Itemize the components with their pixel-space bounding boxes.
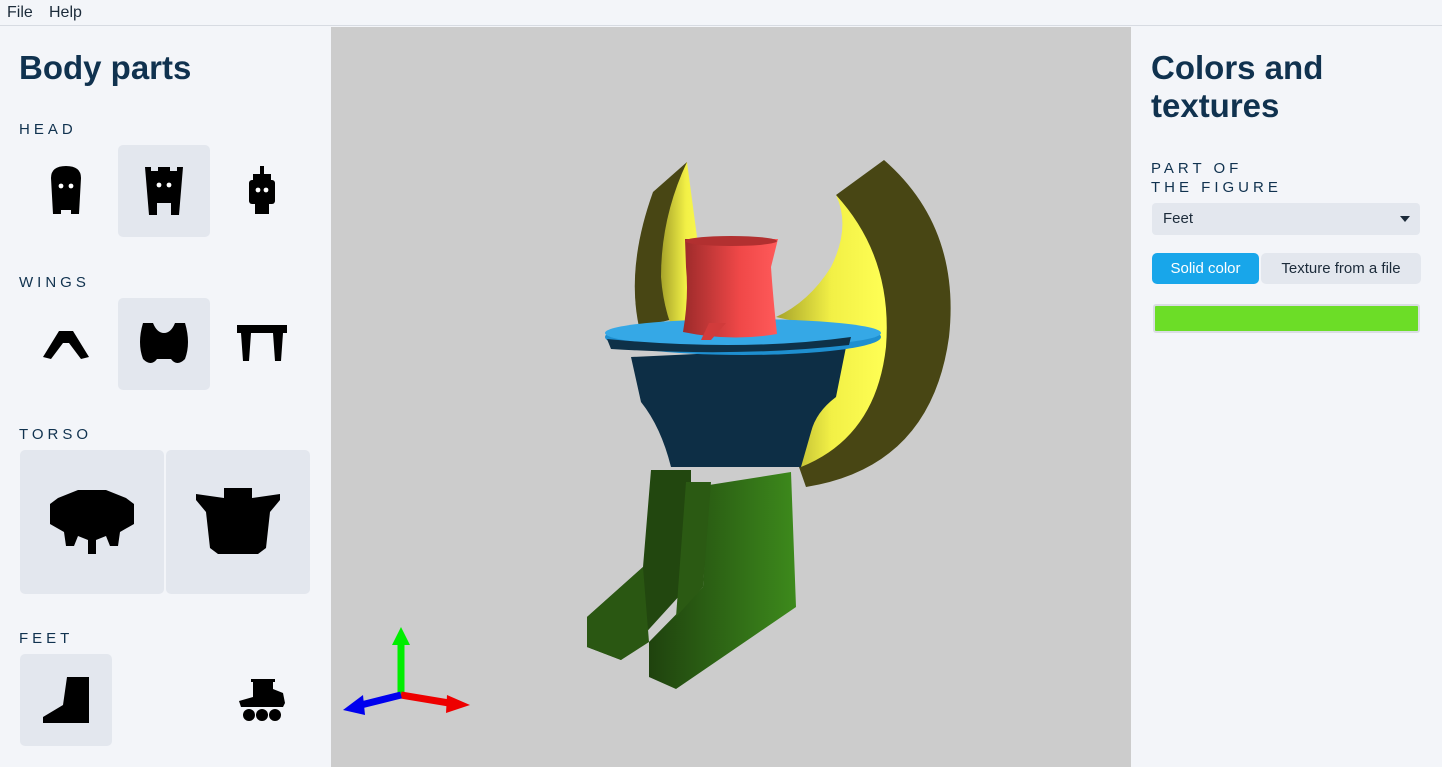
body-parts-panel: Body parts HEAD WINGS TORSO FEET	[0, 27, 331, 767]
feet-option-2[interactable]	[216, 654, 308, 746]
chevron-down-icon	[1400, 216, 1410, 222]
round-wings-icon	[140, 323, 188, 363]
menu-bar: File Help	[0, 0, 1442, 26]
torso-option-1[interactable]	[20, 450, 164, 594]
wings-option-3[interactable]	[216, 298, 308, 390]
winged-torso-icon	[196, 488, 280, 554]
menu-help[interactable]: Help	[49, 4, 82, 22]
chevron-wings-icon	[43, 331, 89, 359]
tower-head-icon	[145, 167, 183, 215]
section-label-head: HEAD	[19, 121, 77, 138]
section-label-feet: FEET	[19, 630, 74, 647]
axis-gizmo	[343, 627, 470, 715]
figure-render	[343, 160, 951, 715]
part-select[interactable]: Feet	[1152, 203, 1420, 235]
part-select-value: Feet	[1163, 210, 1194, 227]
head-option-1[interactable]	[20, 145, 112, 237]
menu-file[interactable]: File	[7, 4, 33, 22]
head-option-3[interactable]	[216, 145, 308, 237]
robot-head-icon	[249, 166, 275, 214]
torso-option-2[interactable]	[166, 450, 310, 594]
colors-title-line2: textures	[1151, 87, 1280, 124]
table-wings-icon	[237, 325, 287, 361]
feet-option-1[interactable]	[20, 654, 112, 746]
colors-title-line1: Colors and	[1151, 49, 1324, 86]
head-option-2[interactable]	[118, 145, 210, 237]
3d-viewport[interactable]	[331, 27, 1131, 767]
body-parts-title: Body parts	[19, 49, 192, 86]
ghost-head-icon	[51, 166, 81, 214]
solid-color-button[interactable]: Solid color	[1152, 253, 1259, 284]
head-cylinder	[683, 239, 778, 338]
color-picker-swatch[interactable]	[1153, 304, 1420, 333]
roller-skate-icon	[239, 679, 285, 721]
wings-option-1[interactable]	[20, 298, 112, 390]
part-label-line1: PART OF	[1151, 160, 1243, 177]
boot-feet-icon	[43, 677, 89, 723]
texture-file-button[interactable]: Texture from a file	[1261, 253, 1421, 284]
wings-option-2[interactable]	[118, 298, 210, 390]
section-label-wings: WINGS	[19, 274, 90, 291]
part-label-line2: THE FIGURE	[1151, 179, 1282, 196]
armored-torso-icon	[50, 490, 134, 554]
colors-panel: Colors and textures PART OF THE FIGURE F…	[1131, 27, 1442, 767]
section-label-torso: TORSO	[19, 426, 93, 443]
